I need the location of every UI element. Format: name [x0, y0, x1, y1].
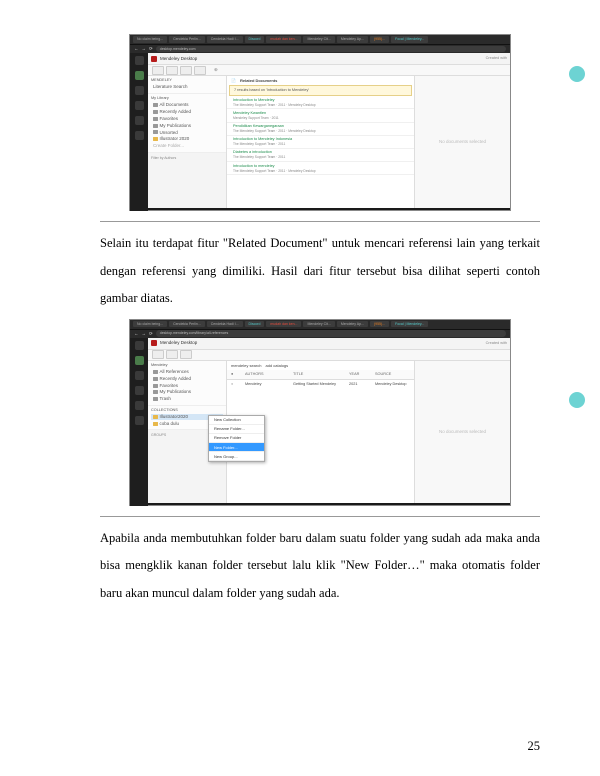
ctx-new-group[interactable]: New Group...: [209, 452, 264, 461]
info-banner: 7 results based on 'Introduction to Mend…: [229, 85, 412, 96]
url-bar: ←→⟳ desktop.mendeley.com: [130, 44, 510, 53]
app-title: Mendeley Desktop: [160, 56, 197, 62]
mendeley-logo-icon: [151, 340, 157, 346]
ctx-remove[interactable]: Remove Folder: [209, 434, 264, 443]
paragraph-1: Selain itu terdapat fitur "Related Docum…: [100, 230, 540, 313]
main-panel: 📄Related Documents 7 results based on 'I…: [227, 76, 414, 208]
annotation-badge-icon: [569, 392, 585, 408]
ctx-new-folder[interactable]: New Folder...: [209, 443, 264, 452]
divider: [100, 221, 540, 222]
ctx-rename[interactable]: Rename Folder...: [209, 425, 264, 434]
browser-tabs: No claim being... Cendekia Perlin... Cen…: [130, 35, 510, 44]
browser-tabs: No claim being... Cendekia Perlin... Cen…: [130, 320, 510, 329]
details-panel: No documents selected: [414, 76, 510, 208]
mendeley-app: Mendeley Desktop Created with ⊕ MENDELEY…: [148, 53, 510, 208]
screenshot-new-folder: No claim being... Cendekia Perlin... Cen…: [129, 319, 511, 506]
filter-panel: Filter by Authors: [148, 153, 226, 208]
screenshot-related-documents: No claim being... Cendekia Perlin... Cen…: [129, 34, 511, 211]
sidebar: MENDELEY Literature Search My Library Al…: [148, 76, 227, 208]
page-number: 25: [528, 733, 541, 761]
ctx-new-collection[interactable]: New Collection: [209, 416, 264, 425]
context-menu[interactable]: New Collection Rename Folder... Remove F…: [208, 415, 265, 463]
details-panel: No documents selected: [414, 361, 510, 503]
os-dock: [130, 338, 148, 506]
paragraph-2: Apabila anda membutuhkan folder baru dal…: [100, 525, 540, 608]
mendeley-logo-icon: [151, 56, 157, 62]
annotation-badge-icon: [569, 66, 585, 82]
toolbar: ⊕: [148, 65, 510, 76]
os-dock: [130, 53, 148, 211]
divider: [100, 516, 540, 517]
